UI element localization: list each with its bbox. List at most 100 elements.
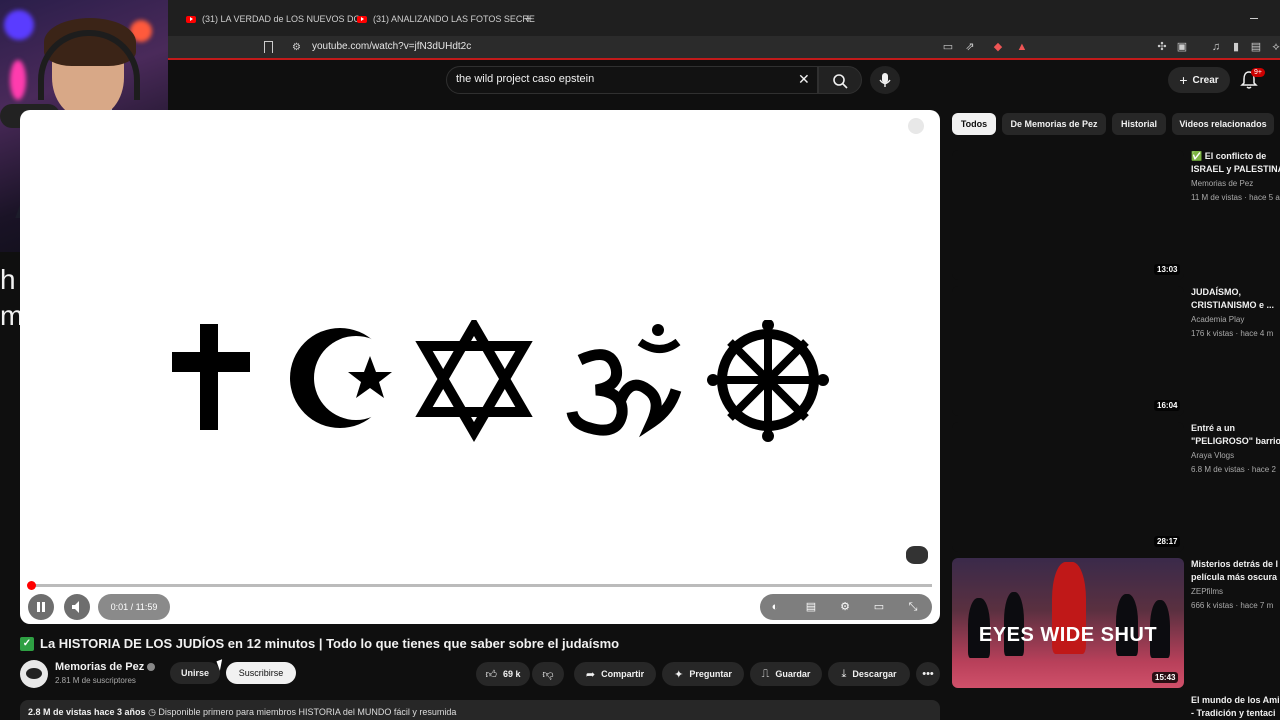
plus-icon: + [1179,72,1188,88]
share-icon[interactable]: ⇗ [964,41,976,53]
dislike-button[interactable]: 👎︎ [532,662,564,686]
duration-badge: 16:04 [1154,400,1181,411]
search-input[interactable]: the wild project caso epstein [456,73,594,85]
browser-tab[interactable]: (31) LA VERDAD de LOS NUEVOS DO [186,10,361,28]
tab-label: (31) LA VERDAD de LOS NUEVOS DO [202,14,361,24]
recommendation-item[interactable]: 13:03 JUDAÍSMO, CRISTIANISMO e ... Acade… [952,264,1280,416]
recommendation-channel[interactable]: Araya Vlogs [1191,451,1234,460]
chip-history[interactable]: Historial [1112,113,1166,135]
recommendation-title[interactable]: Entré a un "PELIGROSO" barrio [1191,422,1280,448]
site-settings-icon[interactable]: ⚙ [292,42,301,53]
recommendation-title-line: ISRAEL y PALESTINA [1191,164,1280,174]
recommendation-title-line: Misterios detrás de l [1191,559,1279,569]
wallet-icon[interactable]: ▤ [1250,41,1262,53]
webcam-light [4,10,34,40]
recommendation-item[interactable]: 28:17 EYES WIDE SHUT 15:43 Misterios det… [952,536,1280,688]
bookmark-icon: ⎍ [761,667,770,680]
save-button[interactable]: ⎍ Guardar [750,662,822,686]
notification-badge: 9+ [1251,68,1265,77]
channel-avatar[interactable] [20,660,48,688]
tab-label: (31) ANALIZANDO LAS FOTOS SECRE [373,14,535,24]
recommendation-item[interactable]: ✅ El conflicto de ISRAEL y PALESTINA Mem… [952,150,1280,280]
time-display: 0:01 / 11:59 [98,594,170,620]
cast-icon[interactable]: ▭ [942,41,954,53]
ask-button[interactable]: ✦ Preguntar [662,662,744,686]
chip-channel[interactable]: De Memorias de Pez [1002,113,1106,135]
download-icon: ⤓ [841,667,847,680]
subtitles-icon[interactable]: ▤ [804,600,818,614]
new-tab-button[interactable]: + [524,10,532,26]
url-text[interactable]: youtube.com/watch?v=jfN3dUHdt2c [312,41,471,52]
search-icon [833,74,848,89]
recommendation-thumbnail[interactable] [952,422,1184,552]
video-player[interactable]: 0:01 / 11:59 ◐ ▤ ⚙ ▭ ⤡ [20,110,940,624]
rewards-icon[interactable]: ▲ [1016,41,1028,53]
recommendation-title-line: "PELIGROSO" barrio [1191,436,1280,446]
channel-name[interactable]: Memorias de Pez [55,661,156,673]
views-date: 2.8 M de vistas hace 3 años [28,707,146,717]
duration-badge: 28:17 [1154,536,1181,547]
recommendation-meta: 11 M de vistas · hace 5 a [1191,193,1280,202]
download-button[interactable]: ⤓ Descargar [828,662,910,686]
recommendation-thumbnail[interactable] [952,150,1184,280]
like-button[interactable]: 👍︎ 69 k [476,662,530,686]
media-icon[interactable]: ♫ [1210,41,1222,53]
thumbs-down-icon: 👎︎ [542,668,554,681]
settings-gear-icon[interactable]: ⚙ [838,600,852,614]
recommendation-title[interactable]: ✅ El conflicto de ISRAEL y PALESTINA [1191,150,1280,176]
share-button[interactable]: ➦ Compartir [574,662,656,686]
dharma-wheel-icon [707,320,829,442]
clear-search-icon[interactable]: ✕ [798,71,810,87]
brave-shield-icon[interactable]: ◆ [992,41,1004,53]
channel-name-text: Memorias de Pez [55,661,145,673]
recommendation-title[interactable]: El mundo de los Ami - Tradición y tentac… [1191,694,1280,720]
create-button[interactable]: + Crear [1168,67,1230,93]
subscribe-button[interactable]: Suscribirse [226,662,296,684]
extensions-icon[interactable]: ✣ [1156,41,1168,53]
recommendation-channel[interactable]: ZEPfilms [1191,587,1223,596]
pause-button[interactable] [28,594,54,620]
screenshot-icon[interactable]: ▣ [1176,41,1188,53]
recommendation-channel[interactable]: Memorias de Pez [1191,179,1253,188]
chip-related[interactable]: Videos relacionados [1172,113,1274,135]
join-button[interactable]: Unirse [170,662,220,684]
recommendation-title-line: JUDAÍSMO, [1191,287,1242,297]
recommendation-title[interactable]: Misterios detrás de l película más oscur… [1191,558,1280,584]
fullscreen-icon[interactable]: ⤡ [906,600,920,614]
recommendation-title-line: - Tradición y tentaci [1191,708,1276,718]
info-card-icon[interactable] [908,118,924,134]
verified-icon [147,663,156,672]
duration-badge: 13:03 [1154,264,1181,275]
recommendation-channel[interactable]: Academia Play [1191,315,1244,324]
voice-search-button[interactable] [870,66,900,94]
star-of-david-icon [415,320,533,442]
volume-icon [72,601,79,613]
sidebar-icon[interactable]: ▮ [1230,41,1242,53]
recommendation-item[interactable]: 16:04 Entré a un "PELIGROSO" barrio Aray… [952,400,1280,552]
chip-todos[interactable]: Todos [952,113,996,135]
menu-icon[interactable]: ⟡ [1270,41,1280,53]
recommendation-title[interactable]: JUDAÍSMO, CRISTIANISMO e ... [1191,286,1280,312]
webcam-light [10,60,26,100]
bookmark-icon[interactable] [264,41,273,53]
progress-scrubber[interactable] [27,581,36,590]
sparkle-icon: ✦ [674,668,684,681]
duration-badge: 15:43 [1152,672,1179,683]
video-title-text: La HISTORIA DE LOS JUDÍOS en 12 minutos … [40,636,620,651]
theater-mode-icon[interactable]: ▭ [872,600,886,614]
channel-watermark-icon[interactable] [906,546,928,564]
description-box[interactable]: 2.8 M de vistas hace 3 años ◷ Disponible… [20,700,940,720]
more-actions-button[interactable]: ••• [916,662,940,686]
volume-button[interactable] [64,594,90,620]
recommendation-thumbnail[interactable] [952,286,1184,416]
youtube-favicon-icon [357,15,367,23]
progress-bar[interactable] [27,581,932,590]
minimize-icon[interactable] [1250,18,1258,19]
save-label: Guardar [775,669,811,679]
autoplay-toggle-icon[interactable]: ◐ [768,600,782,614]
recommendation-thumbnail[interactable]: EYES WIDE SHUT 15:43 [952,558,1184,688]
recommendation-meta: 6.8 M de vistas · hace 2 [1191,465,1276,474]
recommendation-item[interactable]: El mundo de los Ami - Tradición y tentac… [952,694,1280,720]
search-button[interactable] [818,66,862,94]
browser-tab[interactable]: (31) ANALIZANDO LAS FOTOS SECRE [357,10,535,28]
